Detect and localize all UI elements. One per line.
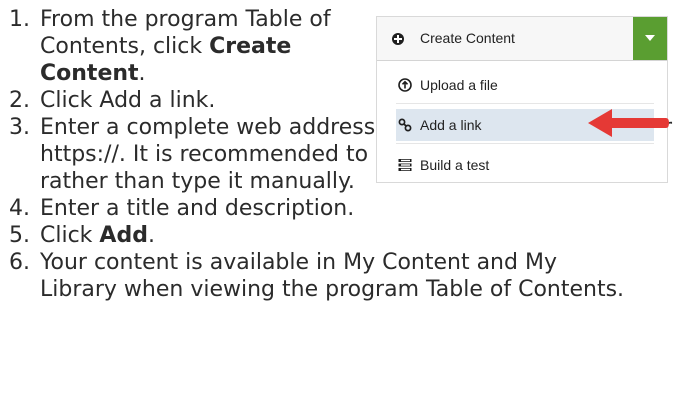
- link-icon: [398, 118, 412, 132]
- caret-down-icon: [645, 35, 655, 41]
- menu-item-label: Add a link: [420, 117, 482, 133]
- step-text: Click Add a link.: [40, 88, 216, 113]
- menu-divider: [396, 103, 654, 104]
- step-number: 6.: [9, 250, 30, 275]
- dropdown-toggle-button[interactable]: [633, 17, 667, 60]
- step-number: 5.: [9, 223, 30, 248]
- step-6: 6. Your content is available in My Conte…: [0, 249, 673, 303]
- step-4: 4. Enter a title and description.: [0, 195, 673, 222]
- create-content-label: Create Content: [420, 30, 515, 46]
- emphasis-add: Add: [99, 223, 148, 248]
- menu-item-build-test[interactable]: Build a test: [396, 149, 654, 181]
- step-number: 3.: [9, 115, 30, 140]
- step-number: 2.: [9, 88, 30, 113]
- step-text: From the program Table of Contents, clic…: [40, 7, 331, 86]
- step-text: Click Add.: [40, 223, 155, 248]
- menu-item-label: Build a test: [420, 157, 490, 173]
- step-text: Enter a title and description.: [40, 196, 355, 221]
- step-5: 5. Click Add.: [0, 222, 673, 249]
- create-content-button[interactable]: Create Content: [377, 17, 633, 60]
- test-list-icon: [398, 159, 412, 171]
- create-content-header: Create Content: [377, 17, 667, 61]
- upload-icon: [398, 78, 412, 92]
- step-number: 1.: [9, 7, 30, 32]
- menu-divider: [396, 143, 654, 144]
- plus-circle-icon: [392, 33, 404, 45]
- menu-item-upload-file[interactable]: Upload a file: [396, 69, 654, 101]
- step-number: 4.: [9, 196, 30, 221]
- menu-item-label: Upload a file: [420, 77, 498, 93]
- step-text: Your content is available in My Content …: [40, 250, 625, 302]
- create-content-menu-screenshot: Create Content Upload a file Add a link: [376, 16, 668, 183]
- red-arrow-icon: [588, 109, 669, 137]
